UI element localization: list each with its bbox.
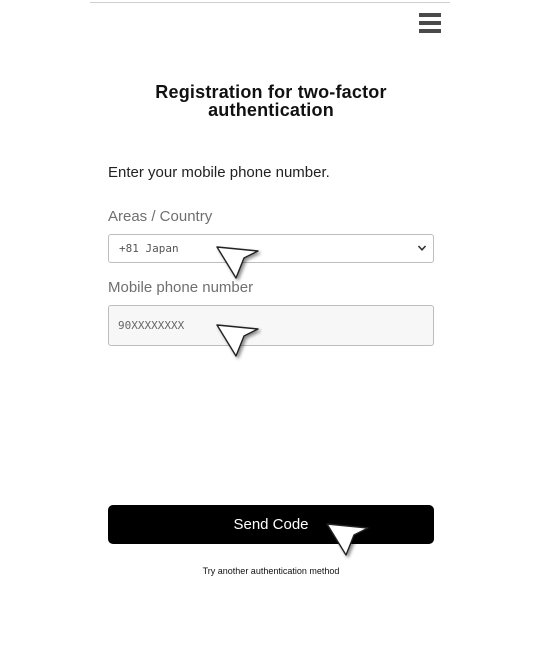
try-another-method-link[interactable]: Try another authentication method [108,566,434,576]
area-country-select[interactable]: +81 Japan [108,234,434,263]
chevron-down-icon [417,245,427,251]
page: Registration for two-factor authenticati… [0,0,540,647]
menu-bar [419,13,441,17]
menu-bar [419,29,441,33]
send-code-button[interactable]: Send Code [108,505,434,544]
instruction-text: Enter your mobile phone number. [108,164,330,181]
page-title: Registration for two-factor authenticati… [155,82,387,120]
menu-bar [419,21,441,25]
top-divider [90,2,450,3]
hamburger-menu-icon[interactable] [419,12,441,34]
area-country-label: Areas / Country [108,208,213,225]
mobile-phone-placeholder: 90XXXXXXXX [118,319,185,332]
area-country-value: +81 Japan [119,242,179,255]
mobile-phone-input[interactable]: 90XXXXXXXX [108,305,434,346]
mobile-phone-label: Mobile phone number [108,279,254,296]
